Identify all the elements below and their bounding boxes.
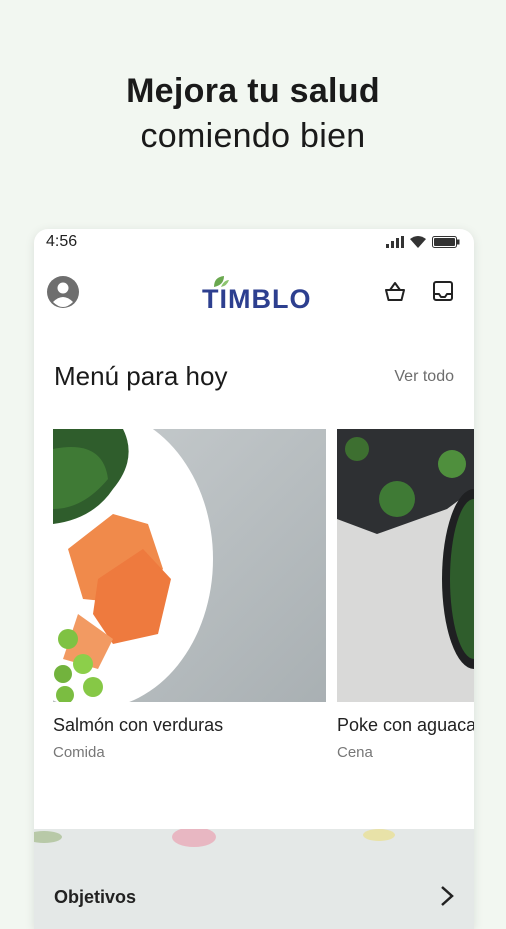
section-title: Menú para hoy bbox=[54, 361, 228, 391]
see-all-link[interactable]: Ver todo bbox=[394, 368, 454, 386]
headline-line-1: Mejora tu salud bbox=[126, 72, 380, 110]
next-section-title: Objetivos bbox=[54, 887, 137, 907]
meal-type: Comida bbox=[53, 744, 105, 761]
meal-image bbox=[53, 429, 326, 702]
meal-type: Cena bbox=[337, 744, 373, 761]
profile-icon[interactable] bbox=[46, 275, 80, 309]
app-bar: TIMBLO bbox=[34, 267, 474, 319]
status-time: 4:56 bbox=[46, 233, 78, 250]
promo-headline: Mejora tu salud comiendo bien bbox=[0, 72, 506, 156]
battery-icon bbox=[432, 235, 460, 253]
meal-name: Salmón con verduras bbox=[53, 715, 224, 735]
wifi-icon bbox=[410, 235, 426, 253]
signal-icon bbox=[386, 235, 404, 253]
meal-image bbox=[337, 429, 474, 702]
headline-line-2: comiendo bien bbox=[140, 117, 366, 155]
logo-text: TIMBLO bbox=[202, 284, 312, 314]
section-banner bbox=[34, 829, 474, 929]
meal-name: Poke con aguacate bbox=[337, 715, 474, 735]
basket-icon[interactable] bbox=[383, 279, 407, 308]
inbox-icon[interactable] bbox=[431, 279, 455, 308]
status-bar: 4:56 bbox=[34, 229, 474, 257]
chevron-right-icon[interactable] bbox=[439, 885, 455, 912]
meal-card[interactable]: Salmón con verduras Comida bbox=[53, 429, 326, 761]
meal-card[interactable]: Poke con aguacate Cena bbox=[337, 429, 474, 761]
phone-screen: 4:56 TIMBLO Menú para hoy Ver todo Salmó… bbox=[34, 229, 474, 929]
